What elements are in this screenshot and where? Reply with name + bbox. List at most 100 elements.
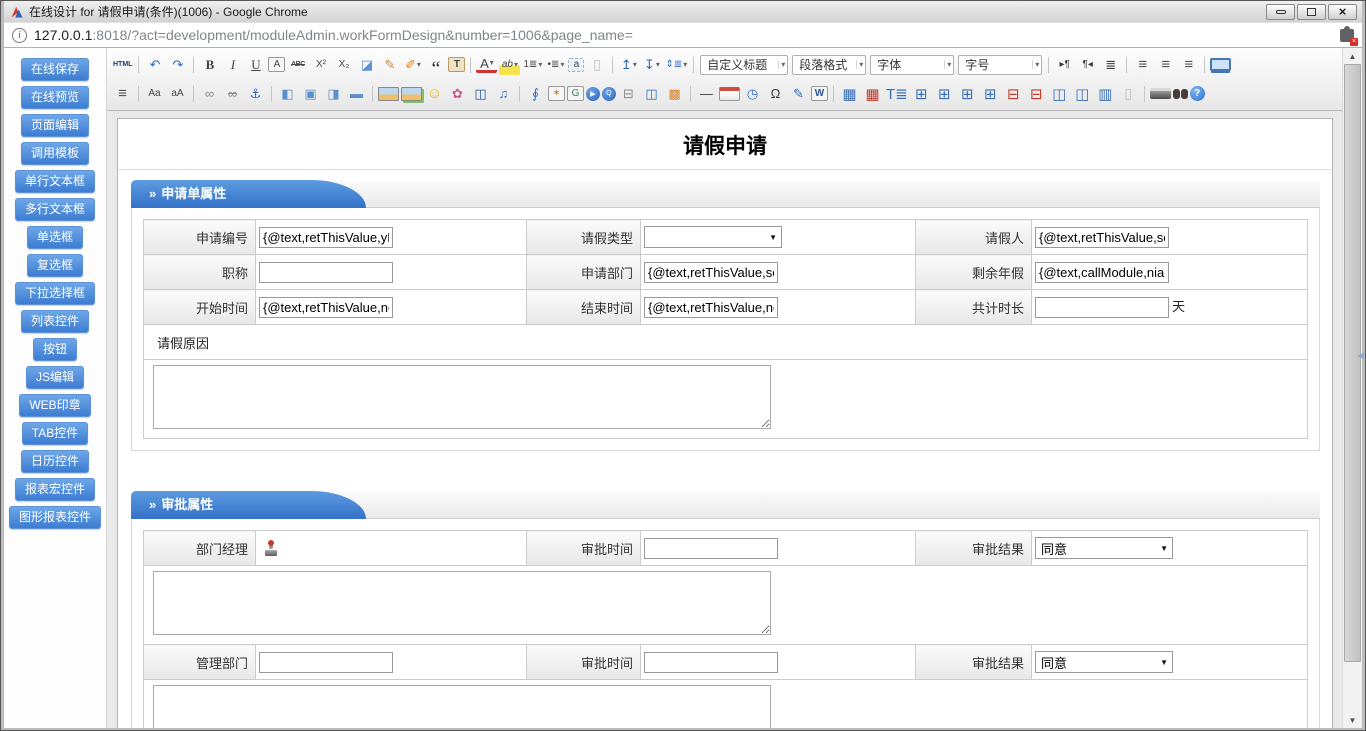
minimize-button[interactable] (1266, 4, 1295, 20)
superscript-icon[interactable]: X² (310, 54, 331, 75)
clock-icon[interactable]: ◷ (742, 83, 763, 104)
approval-time-input[interactable] (644, 538, 778, 559)
maximize-button[interactable] (1297, 4, 1326, 20)
leave-reason-textarea[interactable] (153, 365, 771, 429)
bold-icon[interactable]: B (199, 54, 220, 75)
emoticon-icon[interactable]: ☺ (424, 83, 445, 104)
print-icon[interactable] (1150, 88, 1171, 99)
strikethrough-icon[interactable]: ABC (287, 54, 308, 75)
eraser-icon[interactable]: ◪ (356, 54, 377, 75)
paragraph-format-select[interactable]: 段落格式▾ (792, 55, 866, 75)
iframe-icon[interactable]: ◫ (641, 83, 662, 104)
tab-application-properties[interactable]: »申请单属性 (131, 180, 366, 208)
custom-title-select[interactable]: 自定义标题▾ (700, 55, 788, 75)
sidebar-button-web-stamp[interactable]: WEB印章 (19, 394, 90, 417)
word-import-icon[interactable]: W (811, 86, 828, 101)
align-center-icon[interactable]: ≡ (1155, 54, 1176, 75)
approval-result-select[interactable]: 同意 (1035, 537, 1173, 559)
department-approval-comment-textarea[interactable] (153, 685, 771, 728)
ordered-list-icon[interactable]: 1≣▾ (522, 54, 543, 75)
leave-type-select[interactable] (644, 226, 782, 248)
approval-time-2-input[interactable] (644, 652, 778, 673)
undo-icon[interactable]: ↶ (144, 54, 165, 75)
apply-department-input[interactable] (644, 262, 778, 283)
new-page-icon[interactable]: ▯ (586, 54, 607, 75)
text-indent-icon[interactable]: ≣ (1100, 54, 1121, 75)
sidebar-button-chart-report-control[interactable]: 图形报表控件 (9, 506, 101, 529)
flash-icon[interactable]: ✶ (548, 86, 565, 101)
html-source-icon[interactable]: HTML (112, 54, 133, 75)
media-icon[interactable]: ▶ (586, 87, 600, 101)
management-department-input[interactable] (259, 652, 393, 673)
sidebar-button-tab-control[interactable]: TAB控件 (22, 422, 88, 445)
justify-icon[interactable]: ≡ (112, 83, 133, 104)
underline-icon[interactable]: U (245, 54, 266, 75)
insert-row-above-icon[interactable]: ⊞ (934, 83, 955, 104)
calendar-icon[interactable] (719, 87, 740, 101)
ltr-icon[interactable]: ▸¶ (1054, 54, 1075, 75)
link-icon[interactable]: ∞ (199, 83, 220, 104)
sidebar-button-multi-line-textbox[interactable]: 多行文本框 (15, 198, 95, 221)
sidebar-button-page-edit[interactable]: 页面编辑 (21, 114, 89, 137)
hr-icon[interactable]: — (696, 83, 717, 104)
delete-row-icon[interactable]: ⊟ (1003, 83, 1024, 104)
format-brush-icon[interactable]: ✎ (379, 54, 400, 75)
sidebar-collapse-arrow-icon[interactable]: ◄ (1355, 351, 1366, 361)
image-inline-icon[interactable]: ▣ (300, 83, 321, 104)
char-border-icon[interactable]: A (268, 57, 285, 72)
help-icon[interactable]: ? (1190, 86, 1205, 101)
cell-props-icon[interactable]: ⊞ (911, 83, 932, 104)
sidebar-button-checkbox[interactable]: 复选框 (27, 254, 83, 277)
multi-image-icon[interactable] (401, 87, 422, 101)
scrollbar-thumb[interactable] (1344, 64, 1361, 662)
italic-icon[interactable]: I (222, 54, 243, 75)
sidebar-button-use-template[interactable]: 调用模板 (21, 142, 89, 165)
application-number-input[interactable] (259, 227, 393, 248)
find-icon[interactable] (1173, 89, 1180, 99)
address-bar-input[interactable]: 127.0.0.1:8018/?act=development/moduleAd… (34, 27, 1332, 43)
quick-format-icon[interactable]: ✐▾ (402, 54, 423, 75)
table-props-icon[interactable]: T≣ (885, 83, 909, 104)
video-icon[interactable]: ◫ (470, 83, 491, 104)
sidebar-button-calendar-control[interactable]: 日历控件 (21, 450, 89, 473)
sidebar-button-dropdown-select[interactable]: 下拉选择框 (15, 282, 95, 305)
image-right-icon[interactable]: ◨ (323, 83, 344, 104)
job-title-input[interactable] (259, 262, 393, 283)
unlink-icon[interactable]: ∞ (222, 83, 243, 104)
page-info-icon[interactable]: i (12, 28, 27, 43)
subscript-icon[interactable]: X₂ (333, 54, 354, 75)
print-preview-icon[interactable]: ▯ (1118, 83, 1139, 104)
space-above-icon[interactable]: ↥▾ (618, 54, 639, 75)
space-below-icon[interactable]: ↧▾ (641, 54, 662, 75)
table-more-icon[interactable]: ▥ (1095, 83, 1116, 104)
font-family-select[interactable]: 字体▾ (870, 55, 954, 75)
split-cells-icon[interactable]: ◫ (1072, 83, 1093, 104)
approval-result-2-select[interactable]: 同意 (1035, 651, 1173, 673)
start-time-input[interactable] (259, 297, 393, 318)
font-color-icon[interactable]: A▾ (476, 57, 497, 73)
map-icon[interactable]: G (567, 86, 584, 101)
insert-col-icon[interactable]: ⊞ (980, 83, 1001, 104)
lowercase-icon[interactable]: aA (167, 83, 188, 104)
page-break-icon[interactable]: ⊟ (618, 83, 639, 104)
insert-row-below-icon[interactable]: ⊞ (957, 83, 978, 104)
blockquote-icon[interactable]: “ (425, 54, 446, 75)
delete-col-icon[interactable]: ⊟ (1026, 83, 1047, 104)
sidebar-button-save[interactable]: 在线保存 (21, 58, 89, 81)
image-bottom-icon[interactable]: ▬ (346, 83, 367, 104)
sidebar-button-single-line-textbox[interactable]: 单行文本框 (15, 170, 95, 193)
close-button[interactable]: × (1328, 4, 1357, 20)
rtl-icon[interactable]: ¶◂ (1077, 54, 1098, 75)
scroll-up-arrow-icon[interactable]: ▲ (1343, 48, 1362, 64)
scroll-down-arrow-icon[interactable]: ▼ (1343, 712, 1362, 728)
anchor-icon[interactable]: ⚓ (245, 83, 266, 104)
tab-approval-properties[interactable]: »审批属性 (131, 491, 366, 519)
align-right-icon[interactable]: ≡ (1178, 54, 1199, 75)
palette-icon[interactable]: ✿ (447, 83, 468, 104)
paste-text-icon[interactable]: T (448, 57, 465, 72)
vertical-scrollbar[interactable]: ▲ ▼ (1342, 48, 1362, 728)
sidebar-button-report-macro-control[interactable]: 报表宏控件 (15, 478, 95, 501)
applicant-input[interactable] (1035, 227, 1169, 248)
stamp-icon[interactable] (263, 540, 279, 557)
manager-approval-comment-textarea[interactable] (153, 571, 771, 635)
